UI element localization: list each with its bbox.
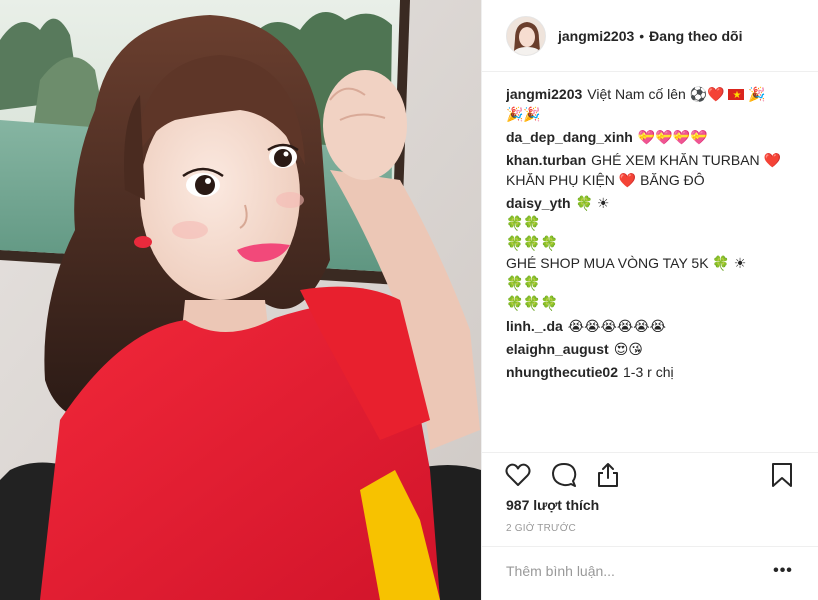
- comment-text: GHÉ XEM KHĂN TURBAN ❤️: [591, 152, 781, 168]
- post-photo[interactable]: [0, 0, 481, 600]
- comment-text-line: 🍀🍀🍀: [506, 295, 559, 311]
- comment-username[interactable]: da_dep_dang_xinh: [506, 129, 633, 145]
- follow-status-button[interactable]: Đang theo dõi: [649, 28, 742, 44]
- comments-list: jangmi2203 Việt Nam cố lên ⚽️❤️ 🎉 🎉🎉 da_d…: [506, 84, 796, 444]
- more-options-button[interactable]: •••: [772, 561, 794, 581]
- comment-item: da_dep_dang_xinh 💝💝💝💝: [506, 127, 796, 147]
- comment-username[interactable]: linh._.da: [506, 318, 563, 334]
- comment-text: Việt Nam cố lên ⚽️❤️ 🎉: [587, 86, 766, 106]
- comment-text: 😭😭😭😭😭😭: [567, 318, 666, 334]
- comment-text-line: 🍀🍀🍀: [506, 235, 559, 251]
- post-side-panel: jangmi2203 • Đang theo dõi jangmi2203 Việ…: [481, 0, 818, 600]
- comment-text: 😍😘: [613, 341, 643, 357]
- comment-text-line: KHĂN PHỤ KIỆN ❤️ BĂNG ĐÔ: [506, 172, 705, 188]
- comment-text-line: 🍀🍀: [506, 215, 541, 231]
- post-actions-bar: [482, 452, 818, 496]
- header-separator: •: [639, 27, 645, 44]
- comment-username[interactable]: nhungthecutie02: [506, 364, 618, 380]
- vietnam-flag-icon: [725, 86, 749, 106]
- likes-count[interactable]: 987 lượt thích: [506, 497, 599, 513]
- comment-text-line: 🎉🎉: [506, 106, 541, 122]
- comment-username[interactable]: elaighn_august: [506, 341, 609, 357]
- comment-item: daisy_yth 🍀 ☀ 🍀🍀 🍀🍀🍀 GHÉ SHOP MUA VÒNG TA…: [506, 193, 796, 313]
- comment-username[interactable]: khan.turban: [506, 152, 586, 168]
- avatar-image: [507, 16, 545, 55]
- comment-item: jangmi2203 Việt Nam cố lên ⚽️❤️ 🎉 🎉🎉: [506, 84, 796, 124]
- post-photo-image: [0, 0, 481, 600]
- header-username[interactable]: jangmi2203: [558, 28, 634, 44]
- comment-text-line: 🎉: [748, 86, 766, 102]
- comment-text-line: 🍀🍀: [506, 275, 541, 291]
- add-comment-bar: •••: [482, 546, 818, 600]
- comment-text-line: Việt Nam cố lên ⚽️❤️: [587, 86, 725, 102]
- heart-outline-icon[interactable]: [504, 461, 532, 489]
- comment-item: nhungthecutie02 1-3 r chị: [506, 362, 796, 382]
- comment-item: linh._.da 😭😭😭😭😭😭: [506, 316, 796, 336]
- comment-text: 1-3 r chị: [623, 364, 674, 380]
- comment-text: 💝💝💝💝: [637, 129, 708, 145]
- comment-item: elaighn_august 😍😘: [506, 339, 796, 359]
- bookmark-icon[interactable]: [768, 461, 796, 489]
- comment-text-line: GHÉ SHOP MUA VÒNG TAY 5K 🍀 ☀: [506, 255, 747, 271]
- add-comment-input[interactable]: [506, 559, 756, 583]
- comment-text: 🍀 ☀: [575, 195, 610, 211]
- comment-item: khan.turban GHÉ XEM KHĂN TURBAN ❤️ KHĂN P…: [506, 150, 796, 190]
- share-upload-icon[interactable]: [594, 461, 622, 489]
- comment-username[interactable]: daisy_yth: [506, 195, 571, 211]
- avatar[interactable]: [506, 15, 546, 56]
- speech-bubble-icon[interactable]: [550, 461, 578, 489]
- post-header: jangmi2203 • Đang theo dõi: [482, 0, 818, 72]
- post-timestamp[interactable]: 2 GIỜ TRƯỚC: [506, 523, 576, 534]
- comment-username[interactable]: jangmi2203: [506, 86, 582, 102]
